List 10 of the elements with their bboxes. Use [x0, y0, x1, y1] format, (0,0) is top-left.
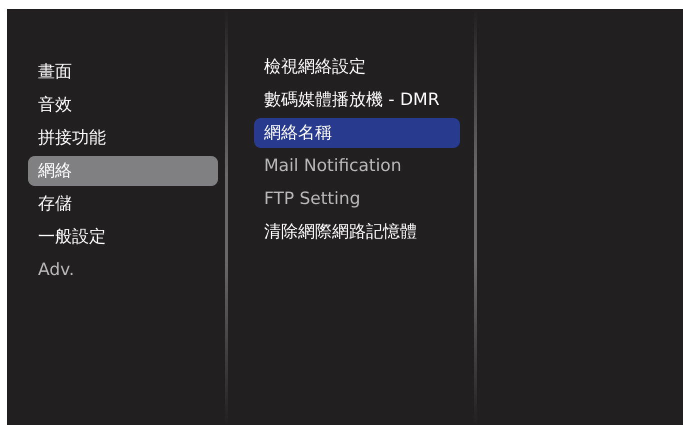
submenu-item[interactable]: 數碼媒體播放機 - DMR — [254, 85, 460, 115]
submenu-item[interactable]: 清除網際網路記憶體 — [254, 217, 460, 247]
submenu-item[interactable]: 檢視網絡設定 — [254, 52, 460, 82]
menu-item[interactable]: 網絡 — [28, 156, 218, 186]
menu-item[interactable]: 畫面 — [28, 57, 218, 87]
menu-item[interactable]: 拼接功能 — [28, 123, 218, 153]
menu-item[interactable]: 一般設定 — [28, 222, 218, 252]
menu-item[interactable]: 存儲 — [28, 189, 218, 219]
menu-item[interactable]: 音效 — [28, 90, 218, 120]
submenu-item[interactable]: 網絡名稱 — [254, 118, 460, 148]
